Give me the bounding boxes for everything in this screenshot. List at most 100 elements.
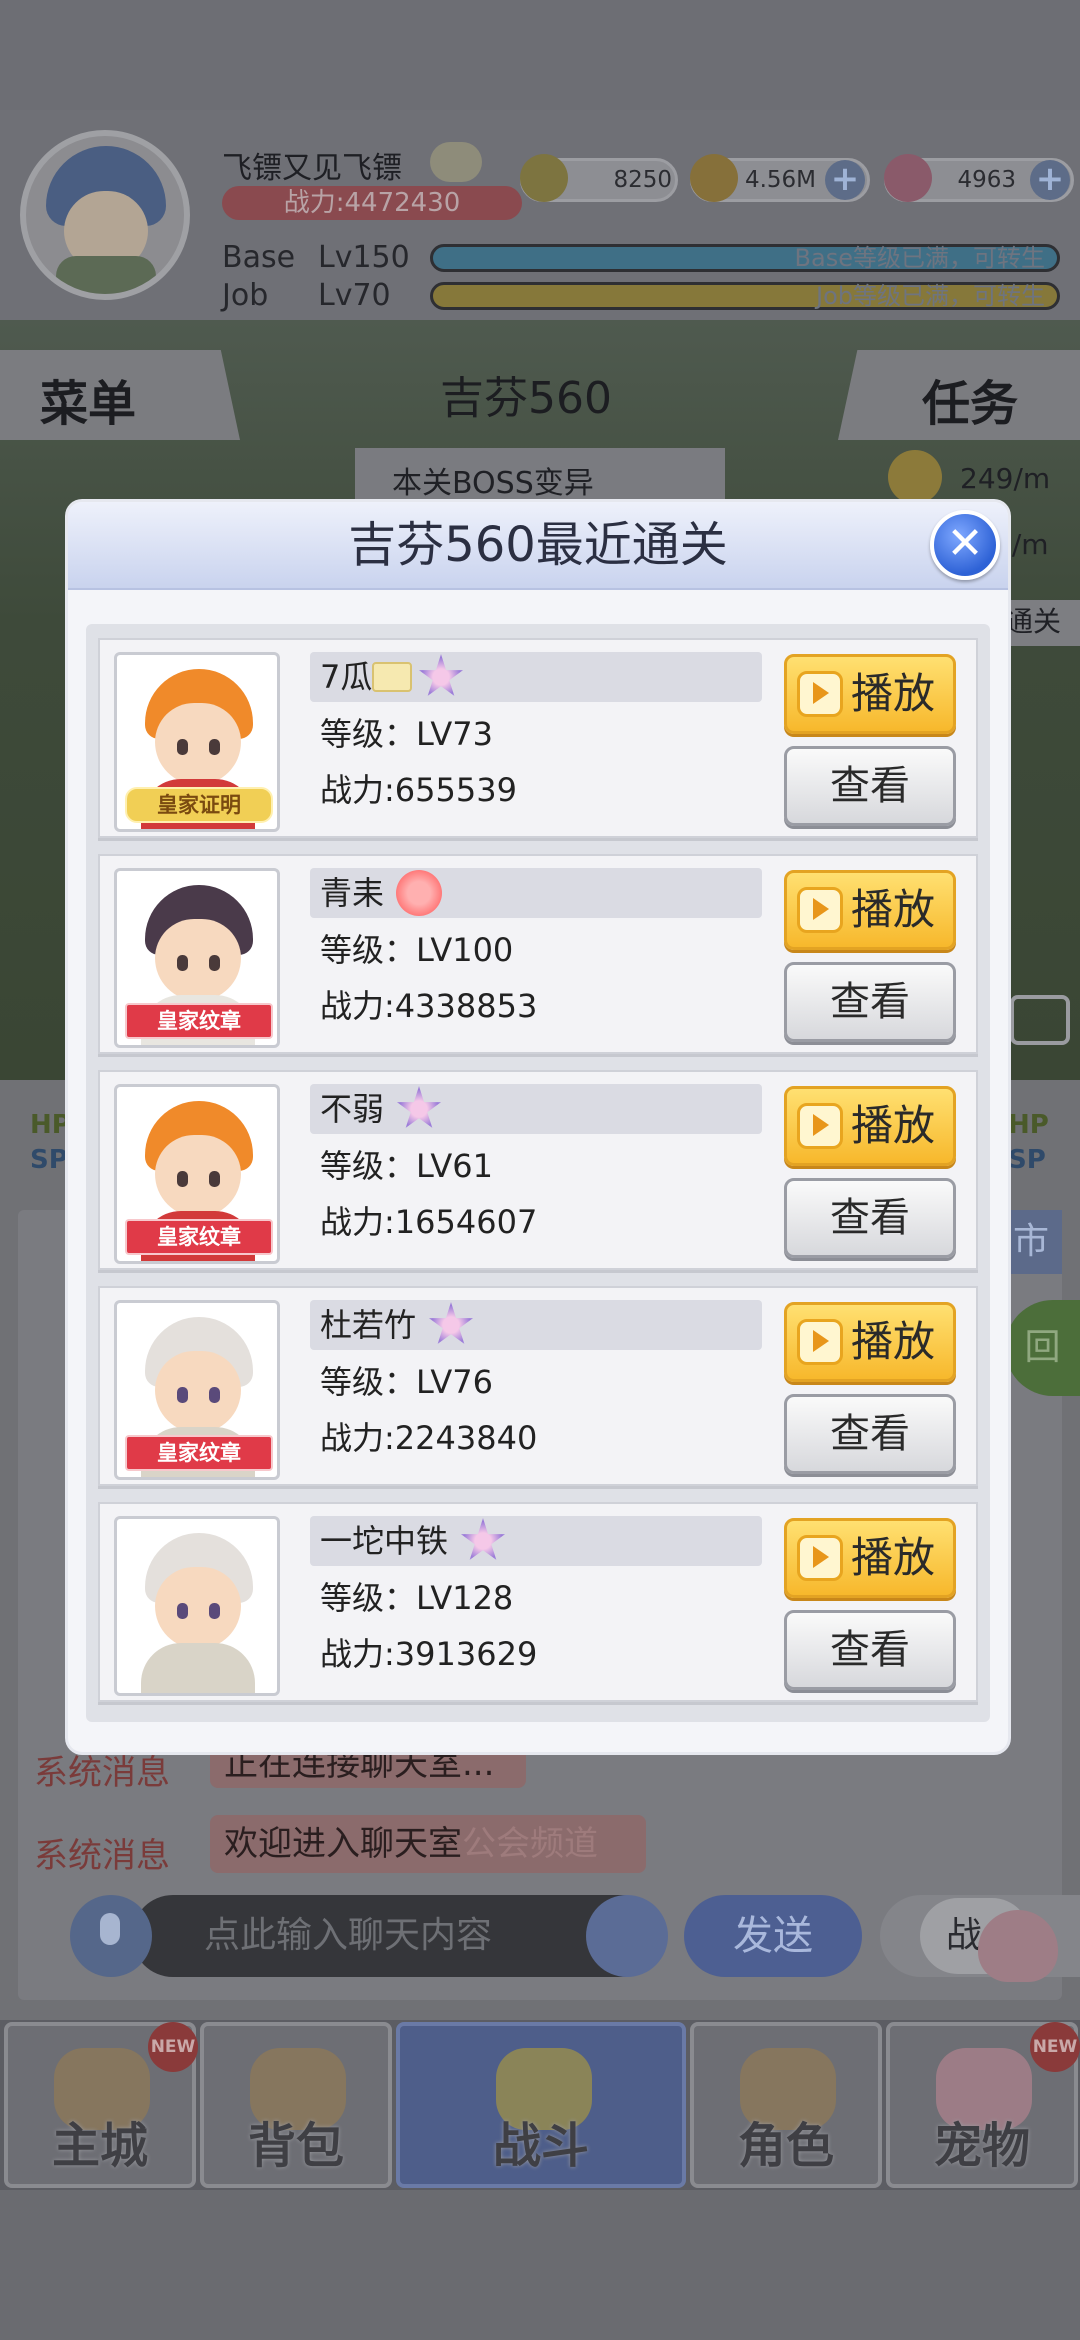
player-power: 战力:4338853 xyxy=(320,987,538,1025)
view-button[interactable]: 查看 xyxy=(784,962,956,1042)
nav-label: 主城 xyxy=(51,2118,148,2174)
title-ribbon: 皇家证明 xyxy=(125,787,273,823)
play-button[interactable]: 播放 xyxy=(784,1518,956,1598)
player-power: 战力:3913629 xyxy=(320,1635,538,1673)
hp-label-left: HP xyxy=(30,1110,71,1140)
player-level: 等级：LV128 xyxy=(320,1579,514,1617)
chat-input[interactable]: 点此输入聊天内容 xyxy=(132,1895,662,1977)
play-icon xyxy=(797,1319,843,1365)
camera-icon[interactable] xyxy=(1010,995,1070,1045)
player-name: 杜若竹 xyxy=(320,1306,417,1344)
play-label: 播放 xyxy=(851,1317,936,1366)
send-button[interactable]: 发送 xyxy=(684,1895,862,1977)
gem-icon xyxy=(884,154,932,202)
play-label: 播放 xyxy=(851,1533,936,1582)
nav-label: 战斗 xyxy=(492,2118,589,2174)
system-message-label: 系统消息 xyxy=(34,1836,170,1876)
player-level: 等级：LV73 xyxy=(320,715,493,753)
nav-character[interactable]: 角色 xyxy=(690,2022,882,2188)
nav-pet[interactable]: 宠物 NEW xyxy=(886,2022,1080,2188)
view-button[interactable]: 查看 xyxy=(784,1610,956,1690)
bottom-spacer xyxy=(0,2190,1080,2340)
zeny-icon xyxy=(520,154,568,202)
player-portrait[interactable]: 皇家纹章 xyxy=(114,1084,280,1264)
gem-value: 4963 xyxy=(957,167,1016,193)
base-label: Base xyxy=(222,240,296,275)
new-badge: NEW xyxy=(148,2022,198,2072)
view-button[interactable]: 查看 xyxy=(784,1394,956,1474)
gold-rate: 249/m xyxy=(960,462,1051,495)
job-exp-bar: Job等级已满，可转生 xyxy=(430,282,1060,310)
list-item: 皇家纹章 不弱 等级：LV61 战力:1654607 播放 查看 xyxy=(98,1070,978,1270)
player-name: 不弱 xyxy=(320,1090,385,1128)
system-message-label: 系统消息 xyxy=(34,1753,170,1793)
base-exp-bar: Base等级已满，可转生 xyxy=(430,244,1060,272)
player-level: 等级：LV76 xyxy=(320,1363,493,1401)
boss-status-text: 本关BOSS变异 xyxy=(392,466,594,501)
microphone-button[interactable] xyxy=(70,1895,152,1977)
stage-title: 吉芬560 xyxy=(440,373,612,424)
play-button[interactable]: 播放 xyxy=(784,870,956,950)
zeny-value: 8250 xyxy=(613,167,672,193)
title-ribbon: 皇家纹章 xyxy=(125,1003,273,1039)
vip-badge-icon xyxy=(430,142,482,182)
gold-icon xyxy=(690,154,738,202)
player-portrait[interactable]: 皇家纹章 xyxy=(114,1300,280,1480)
emoji-button[interactable] xyxy=(586,1895,668,1977)
play-icon xyxy=(797,1535,843,1581)
nav-label: 宠物 xyxy=(933,2118,1030,2174)
player-name: 一坨中铁 xyxy=(320,1522,449,1560)
nav-main-city[interactable]: 主城 NEW xyxy=(4,2022,198,2188)
close-button[interactable]: ✕ xyxy=(930,510,1000,580)
player-power: 战力:655539 xyxy=(320,771,517,809)
menu-button[interactable]: 菜单 xyxy=(0,350,240,440)
sp-label-left: SP xyxy=(30,1145,68,1175)
play-icon xyxy=(797,1103,843,1149)
play-label: 播放 xyxy=(851,885,936,934)
title-ribbon: 皇家纹章 xyxy=(125,1219,273,1255)
player-level: 等级：LV100 xyxy=(320,931,514,969)
market-button[interactable]: 市 xyxy=(1000,1210,1062,1274)
play-button[interactable]: 播放 xyxy=(784,1302,956,1382)
nav-bag[interactable]: 背包 xyxy=(200,2022,392,2188)
job-level: Lv70 xyxy=(318,278,391,313)
play-label: 播放 xyxy=(851,669,936,718)
nav-label: 背包 xyxy=(247,2118,344,2174)
quest-label: 任务 xyxy=(922,376,1019,432)
player-portrait[interactable]: 皇家纹章 xyxy=(114,868,280,1048)
pass-tag[interactable]: 通关 xyxy=(1005,600,1080,646)
nav-battle[interactable]: 战斗 xyxy=(396,2022,686,2188)
microphone-icon xyxy=(100,1913,120,1945)
gold-add-button[interactable]: + xyxy=(825,160,865,200)
gem-add-button[interactable]: + xyxy=(1030,160,1070,200)
view-button[interactable]: 查看 xyxy=(784,746,956,826)
player-name: 7瓜 xyxy=(320,658,373,696)
player-power: 战力:1654607 xyxy=(320,1203,538,1241)
id-card-icon xyxy=(372,662,412,692)
player-portrait[interactable] xyxy=(114,1516,280,1696)
menu-label: 菜单 xyxy=(40,376,137,432)
player-avatar[interactable] xyxy=(20,130,190,300)
player-power: 战力:2243840 xyxy=(320,1419,538,1457)
base-level: Lv150 xyxy=(318,240,410,275)
list-item: 皇家纹章 杜若竹 等级：LV76 战力:2243840 播放 查看 xyxy=(98,1286,978,1486)
hp-label-right: HP xyxy=(1008,1110,1049,1140)
player-power: 战力:4472430 xyxy=(283,188,461,218)
dialog-title: 吉芬560最近通关 xyxy=(348,517,728,573)
player-portrait[interactable]: 皇家证明 xyxy=(114,652,280,832)
play-button[interactable]: 播放 xyxy=(784,1086,956,1166)
view-button[interactable]: 查看 xyxy=(784,1178,956,1258)
play-icon xyxy=(797,887,843,933)
nav-label: 角色 xyxy=(737,2118,834,2174)
player-name: 飞镖又见飞镖 xyxy=(222,151,402,186)
play-button[interactable]: 播放 xyxy=(784,654,956,734)
new-badge: NEW xyxy=(1030,2022,1080,2072)
recent-clears-dialog: 吉芬560最近通关 ✕ 皇家证明 7瓜 等级：LV73 战力:655539 播放… xyxy=(68,502,1008,1752)
pet-float-icon[interactable] xyxy=(978,1910,1058,1982)
channel-name: 公会频道 xyxy=(462,1824,598,1864)
player-name: 青耒 xyxy=(320,874,385,912)
quest-button[interactable]: 任务 xyxy=(838,350,1080,440)
rank-emblem-icon xyxy=(396,870,442,916)
list-item: 皇家证明 7瓜 等级：LV73 战力:655539 播放 查看 xyxy=(98,638,978,838)
job-label: Job xyxy=(222,278,269,313)
